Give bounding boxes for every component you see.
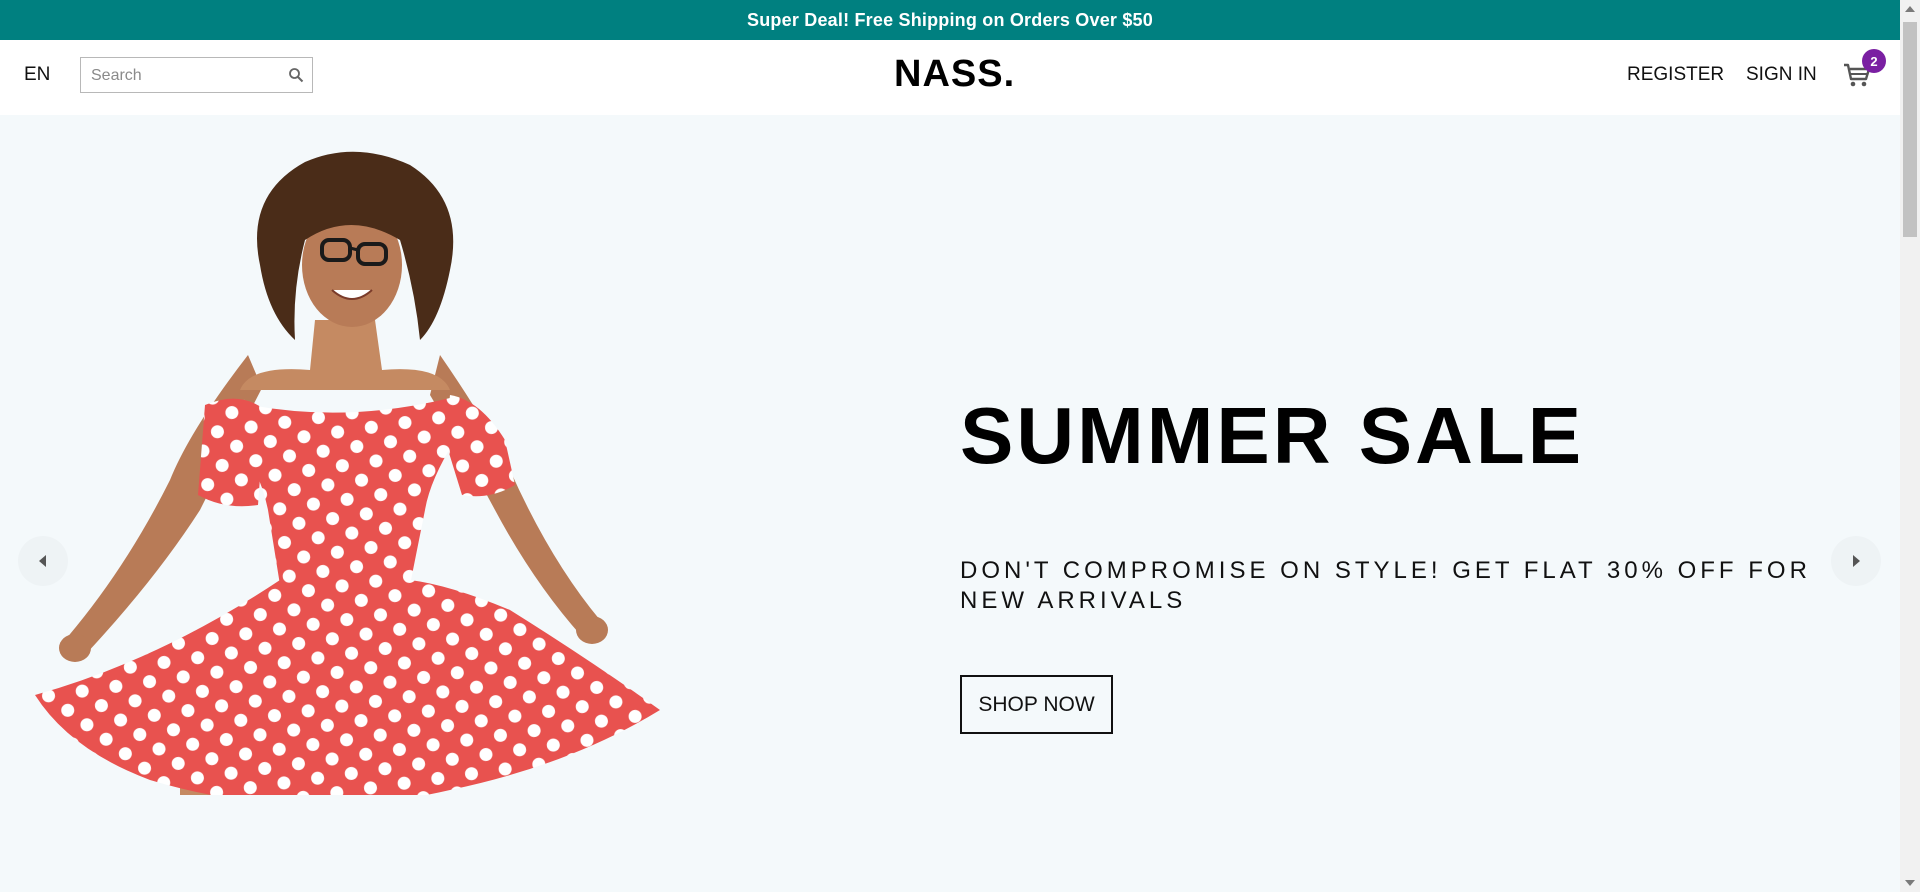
caret-left-icon bbox=[39, 555, 46, 567]
cart-count-badge: 2 bbox=[1862, 49, 1886, 73]
scroll-up-icon[interactable] bbox=[1905, 6, 1915, 12]
navbar: EN NASS. REGISTER SIGN IN 2 bbox=[0, 40, 1900, 115]
language-selector[interactable]: EN bbox=[24, 64, 50, 86]
caret-right-icon bbox=[1853, 555, 1860, 567]
register-link[interactable]: REGISTER bbox=[1627, 64, 1724, 86]
hero-image bbox=[35, 151, 660, 795]
search-input[interactable] bbox=[89, 64, 283, 88]
hero-description: DON'T COMPROMISE ON STYLE! GET FLAT 30% … bbox=[960, 557, 1811, 614]
announcement-text: Super Deal! Free Shipping on Orders Over… bbox=[747, 9, 1153, 30]
hero-title: SUMMER SALE bbox=[960, 391, 1585, 480]
scrollbar-thumb[interactable] bbox=[1903, 22, 1917, 237]
slider-prev-button[interactable] bbox=[18, 536, 68, 586]
announcement-bar: Super Deal! Free Shipping on Orders Over… bbox=[0, 0, 1900, 40]
sign-in-link[interactable]: SIGN IN bbox=[1746, 64, 1817, 86]
brand-logo[interactable]: NASS. bbox=[894, 53, 1015, 96]
search-box bbox=[80, 57, 313, 93]
shop-now-button[interactable]: SHOP NOW bbox=[960, 675, 1113, 734]
scroll-down-icon[interactable] bbox=[1905, 880, 1915, 886]
hero-slider: SUMMER SALE DON'T COMPROMISE ON STYLE! G… bbox=[0, 115, 1900, 892]
search-icon[interactable] bbox=[288, 67, 304, 83]
page-scrollbar[interactable] bbox=[1900, 0, 1920, 892]
